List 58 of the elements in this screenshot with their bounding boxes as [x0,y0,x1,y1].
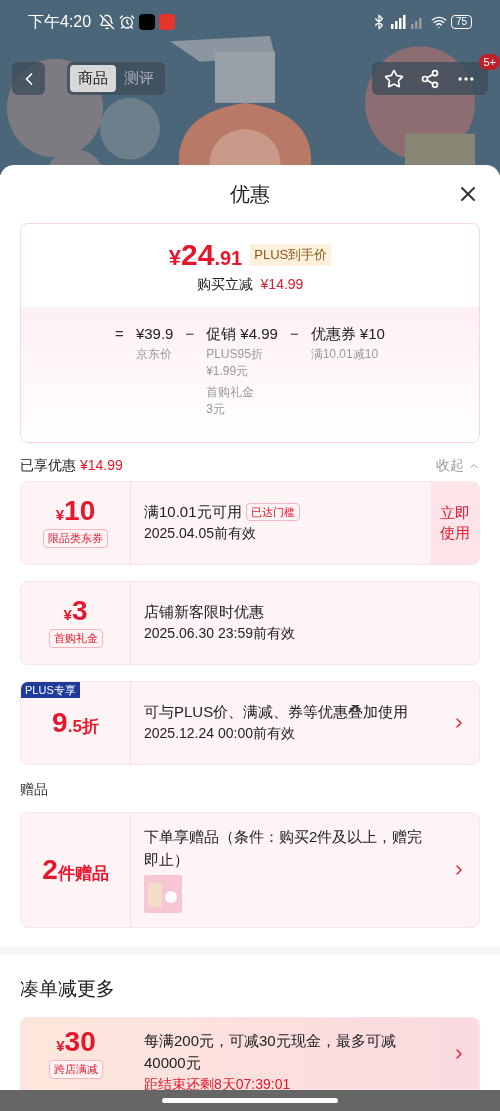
nav-tab[interactable]: 测评 [116,65,162,92]
wifi-icon [430,14,447,30]
sheet-title: 优惠 [230,182,270,207]
breakdown-note: 满10.01减10 [310,345,380,363]
breakdown-value: ¥39.9 [135,324,174,344]
breakdown-value: 优惠券 ¥10 [310,324,385,344]
breakdown-value: 促销 ¥4.99 [206,324,278,344]
status-time: 下午4:20 [28,12,92,32]
discount-amount: 9.5折 [52,708,99,737]
coupon-expiry: 2025.06.30 23:59前有效 [144,624,296,644]
section-title: 凑单减更多 [20,976,116,1001]
battery-indicator: 75 [450,15,472,29]
coupon-expiry: 2025.12.24 00:00前有效 [144,724,296,744]
operator-sign: = [115,324,124,344]
coupon-card[interactable]: ¥3 首购礼金 店铺新客限时优惠 2025.06.30 23:59前有效 [20,580,480,665]
coupon-type-tag: 跨店满减 [49,1060,103,1079]
breakdown-note: 京东价 [135,345,173,363]
coupon-title: 满10.01元可用 [144,501,242,522]
bell-off-icon [99,14,116,30]
promo-title: 每满200元，可减30元现金，最多可减40000元 [144,1031,397,1073]
coupon-type-tag: 首购礼金 [48,629,103,648]
coupon-title: 店铺新客限时优惠 [144,601,264,622]
enjoyed-value: ¥14.99 [80,456,123,475]
coupon-title: 可与PLUS价、满减、券等优惠叠加使用 [144,701,409,722]
breakdown-note: 首购礼金 [206,383,256,401]
star-icon[interactable] [384,68,404,89]
gift-card[interactable]: 2件赠品 下单享赠品（条件：购买2件及以上，赠完即止） [20,811,480,928]
app-icon [159,14,176,30]
operator-sign: − [289,324,299,344]
share-icon[interactable] [420,68,440,89]
alarm-icon [119,14,136,30]
coupon-type-tag: 限品类东券 [43,529,108,548]
plus-badge: PLUS专享 [21,681,80,698]
notification-badge: 5+ [479,54,500,70]
discount-amount: 2件赠品 [42,855,109,884]
gift-title: 下单享赠品（条件：购买2件及以上，赠完即止） [144,827,424,870]
saving-value: ¥14.99 [260,275,304,294]
price-tag: PLUS到手价 [250,244,332,266]
discount-amount: ¥30 [56,1028,96,1057]
operator-sign: − [185,324,195,344]
coupon-card[interactable]: PLUS专享 9.5折 可与PLUS价、满减、券等优惠叠加使用 2025.12.24 00:00前有效 [20,680,480,765]
discount-amount: ¥10 [55,497,96,526]
breakdown-note: PLUS95折 [206,345,264,363]
enjoyed-label: 已享优惠 [20,456,76,475]
breakdown-note: 3元 [206,400,226,418]
app-icon [139,14,156,30]
nav-tab[interactable]: 商品 [70,65,116,92]
section-label: 赠品 [20,779,49,799]
back-button[interactable] [12,62,45,95]
status-tag: 已达门槛 [245,502,300,522]
final-price: ¥24.91 [168,240,243,270]
gift-thumbnail-icon [144,875,182,913]
coupon-card[interactable]: ¥10 限品类东券 满10.01元可用 已达门槛 2025.04.05前有效 立即使用 [20,480,480,565]
discount-amount: ¥3 [63,597,88,626]
coupon-expiry: 2025.04.05前有效 [144,524,258,544]
breakdown-note: ¥1.99元 [206,362,250,380]
saving-label: 购买立减 [196,275,253,294]
use-now-button[interactable]: 立即使用 [431,481,479,564]
